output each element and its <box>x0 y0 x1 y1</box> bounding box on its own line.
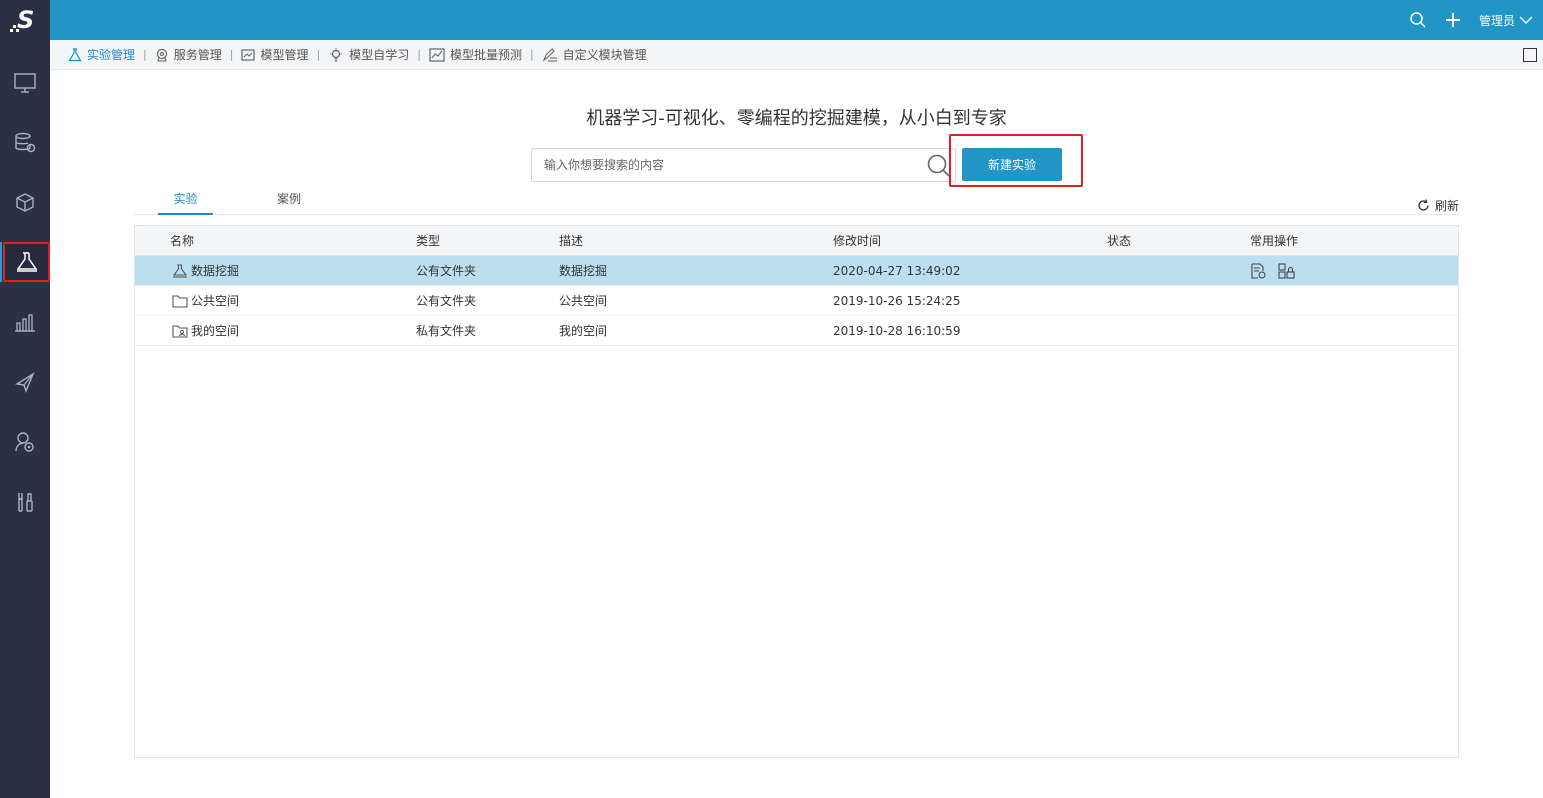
nav-item-experiment-mgmt[interactable]: 实验管理 <box>68 46 135 63</box>
search-box <box>531 148 956 182</box>
row-description: 数据挖掘 <box>559 264 608 278</box>
permission-icon[interactable] <box>1278 263 1296 279</box>
chevron-down-icon <box>1519 16 1533 24</box>
nav-item-custom-module-mgmt[interactable]: 自定义模块管理 <box>542 46 647 63</box>
tab-cases[interactable]: 案例 <box>264 189 314 215</box>
bulb-icon <box>330 47 343 62</box>
edit-file-icon[interactable] <box>1250 263 1266 279</box>
nav-item-model-selflearn[interactable]: 模型自学习 <box>328 46 409 63</box>
nav-item-label: 模型管理 <box>260 48 309 62</box>
row-name: 公共空间 <box>191 294 240 308</box>
column-header-description[interactable]: 描述 <box>559 226 583 256</box>
refresh-button[interactable]: 刷新 <box>1417 197 1459 214</box>
column-header-status[interactable]: 状态 <box>1107 226 1131 256</box>
nav-item-model-mgmt[interactable]: 模型管理 <box>241 46 308 63</box>
row-name-cell[interactable]: 我的空间 <box>172 316 239 346</box>
refresh-icon <box>1418 199 1429 211</box>
model-icon <box>241 48 256 61</box>
nav-item-label: 实验管理 <box>87 48 136 62</box>
logo-icon: S <box>10 6 34 34</box>
sidebar: S <box>0 0 50 798</box>
svg-text:S: S <box>17 6 34 34</box>
user-name: 管理员 <box>1478 13 1515 28</box>
app-logo[interactable]: S <box>0 0 50 40</box>
flask-icon <box>68 47 82 61</box>
sidebar-item-monitor[interactable] <box>0 63 50 103</box>
experiment-table: 名称 类型 描述 修改时间 状态 常用操作 数据挖掘 公有文件夹 数据挖掘 20… <box>134 225 1459 758</box>
nav-separator: | <box>417 48 421 61</box>
nav-item-service-mgmt[interactable]: 服务管理 <box>155 46 222 63</box>
row-actions <box>1250 256 1296 286</box>
tools-icon <box>18 493 33 512</box>
table-row[interactable]: 数据挖掘 公有文件夹 数据挖掘 2020-04-27 13:49:02 <box>135 256 1458 286</box>
nav-item-label: 模型自学习 <box>349 48 410 62</box>
module-nav: 实验管理 | 服务管理 | 模型管理 | 模型自学习 | 模型批量预测 | 自定… <box>50 40 1543 70</box>
sidebar-item-experiment[interactable] <box>0 242 50 282</box>
monitor-icon <box>14 73 36 93</box>
row-type: 公有文件夹 <box>416 264 477 278</box>
bar-chart-icon <box>15 314 35 332</box>
new-experiment-button[interactable]: 新建实验 <box>962 148 1062 181</box>
nav-separator: | <box>143 48 147 61</box>
tab-experiments[interactable]: 实验 <box>158 189 213 215</box>
row-modified-time: 2019-10-28 16:10:59 <box>833 324 961 338</box>
table-row[interactable]: 我的空间 私有文件夹 我的空间 2019-10-28 16:10:59 <box>135 316 1458 346</box>
sidebar-item-users[interactable] <box>0 422 50 462</box>
sidebar-item-tools[interactable] <box>0 482 50 522</box>
column-header-actions: 常用操作 <box>1250 234 1299 248</box>
row-modified-time: 2019-10-26 15:24:25 <box>833 294 961 308</box>
edit-list-icon <box>542 47 557 62</box>
row-type: 公有文件夹 <box>416 294 477 308</box>
user-settings-icon <box>15 432 34 452</box>
nav-separator: | <box>316 48 321 61</box>
nav-separator: | <box>229 48 234 61</box>
search-input[interactable] <box>532 149 912 181</box>
sidebar-item-data[interactable] <box>0 123 50 163</box>
nav-item-label: 模型批量预测 <box>449 48 522 62</box>
row-name-cell[interactable]: 数据挖掘 <box>172 256 239 286</box>
service-icon <box>156 48 167 62</box>
experiment-icon <box>172 264 188 278</box>
add-icon[interactable] <box>1445 12 1461 28</box>
sidebar-item-publish[interactable] <box>0 362 50 402</box>
row-name: 数据挖掘 <box>191 264 240 278</box>
row-description: 公共空间 <box>559 294 608 308</box>
sidebar-item-modules[interactable] <box>0 183 50 223</box>
row-name-cell[interactable]: 公共空间 <box>172 286 239 316</box>
user-menu[interactable]: 管理员 <box>1479 12 1533 29</box>
row-name: 我的空间 <box>191 324 240 338</box>
folder-icon <box>172 295 188 308</box>
chart-icon <box>429 47 445 62</box>
row-modified-time: 2020-04-27 13:49:02 <box>833 264 961 278</box>
search-icon[interactable] <box>927 153 951 180</box>
table-row[interactable]: 公共空间 公有文件夹 公共空间 2019-10-26 15:24:25 <box>135 286 1458 316</box>
sidebar-item-analytics[interactable] <box>0 302 50 342</box>
column-header-name[interactable]: 名称 <box>170 226 194 256</box>
search-icon[interactable] <box>1409 11 1427 29</box>
experiment-icon <box>16 252 37 272</box>
nav-item-batch-predict[interactable]: 模型批量预测 <box>429 46 522 63</box>
nav-item-label: 服务管理 <box>173 48 222 62</box>
database-settings-icon <box>15 132 36 153</box>
row-description: 我的空间 <box>559 324 608 338</box>
column-header-type[interactable]: 类型 <box>416 226 440 256</box>
table-header: 名称 类型 描述 修改时间 状态 常用操作 <box>135 226 1458 256</box>
nav-item-label: 自定义模块管理 <box>562 48 647 62</box>
private-folder-icon <box>172 325 188 338</box>
nav-separator: | <box>529 48 534 61</box>
fullscreen-toggle[interactable] <box>1523 48 1537 62</box>
top-bar: 管理员 <box>50 0 1543 40</box>
row-type: 私有文件夹 <box>416 324 477 338</box>
refresh-label: 刷新 <box>1434 199 1459 213</box>
cube-icon <box>16 193 34 212</box>
page-headline: 机器学习-可视化、零编程的挖掘建模，从小白到专家 <box>586 108 1007 129</box>
tab-bar: 实验 案例 <box>134 189 1459 215</box>
column-header-modified[interactable]: 修改时间 <box>833 226 881 256</box>
send-icon <box>15 372 35 393</box>
